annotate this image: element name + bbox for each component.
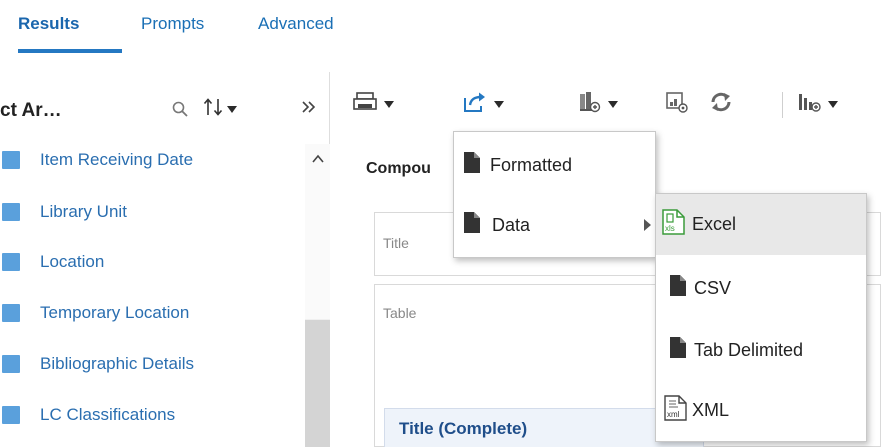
- menu-item-excel[interactable]: xls Excel: [656, 194, 866, 255]
- tree-item[interactable]: Library Unit: [0, 198, 127, 226]
- tab-advanced[interactable]: Advanced: [258, 14, 334, 34]
- catalog-icon: [664, 90, 690, 119]
- menu-item-label: Tab Delimited: [694, 339, 804, 360]
- export-button[interactable]: [462, 88, 504, 120]
- tab-bar: Results Prompts Advanced: [0, 0, 881, 56]
- svg-text:xls: xls: [665, 224, 675, 233]
- folder-icon: [2, 304, 20, 322]
- tree-item-label: Temporary Location: [40, 303, 190, 322]
- tree-item-label: Bibliographic Details: [40, 354, 195, 373]
- add-to-catalog-button[interactable]: [576, 88, 618, 120]
- vertical-scrollbar[interactable]: [305, 144, 330, 447]
- menu-item-label: CSV: [694, 277, 732, 298]
- tree-item-label: Library Unit: [40, 202, 127, 221]
- double-chevron-right-icon: [301, 100, 317, 119]
- tree-item-label: Location: [40, 252, 105, 271]
- menu-item-label: Formatted: [490, 154, 573, 175]
- menu-item-data[interactable]: Data: [454, 202, 655, 248]
- chevron-down-icon: [608, 100, 618, 108]
- tree-item-label: Item Receiving Date: [40, 150, 194, 169]
- subject-area-panel: ct Ar… Item Receiving Date Library Unit: [0, 72, 330, 447]
- search-icon[interactable]: [168, 96, 192, 122]
- print-icon: [352, 90, 378, 119]
- folder-icon: [2, 203, 20, 221]
- compound-layout-title: Compou: [366, 160, 431, 177]
- chevron-up-icon: [311, 150, 324, 168]
- document-icon: [464, 152, 480, 178]
- xml-icon: xml: [664, 394, 688, 426]
- tree-item[interactable]: Item Receiving Date: [0, 146, 193, 174]
- new-view-button[interactable]: [796, 88, 838, 120]
- menu-item-tab-delimited[interactable]: Tab Delimited: [656, 324, 866, 376]
- folder-icon: [2, 151, 20, 169]
- edit-catalog-button[interactable]: [664, 88, 690, 120]
- scroll-up-button[interactable]: [305, 150, 330, 168]
- menu-item-label: Excel: [692, 214, 737, 234]
- document-icon: [464, 212, 480, 238]
- column-header-label: Title (Complete): [399, 419, 528, 438]
- sort-icon: [203, 97, 225, 122]
- export-icon: [462, 90, 488, 119]
- tree-item[interactable]: LC Classifications: [0, 401, 175, 429]
- sort-menu-button[interactable]: [198, 96, 242, 122]
- table-view-label: Table: [383, 305, 417, 321]
- tab-results[interactable]: Results: [18, 14, 79, 34]
- refresh-button[interactable]: [708, 88, 734, 120]
- subject-area-header: ct Ar…: [0, 72, 330, 142]
- menu-item-csv[interactable]: CSV: [656, 262, 866, 314]
- tree-item-label: LC Classifications: [40, 405, 176, 424]
- tree-item[interactable]: Bibliographic Details: [0, 350, 194, 378]
- toolbar-separator: [782, 92, 783, 118]
- export-menu: Formatted Data: [453, 131, 656, 258]
- menu-item-formatted[interactable]: Formatted: [454, 142, 655, 188]
- chart-icon: [796, 90, 822, 119]
- svg-text:xml: xml: [667, 410, 680, 419]
- folder-icon: [2, 406, 20, 424]
- folder-icon: [2, 355, 20, 373]
- excel-icon: xls: [662, 209, 686, 240]
- menu-item-xml[interactable]: xml XML: [656, 384, 866, 436]
- folder-icon: [2, 253, 20, 271]
- tab-prompts[interactable]: Prompts: [141, 14, 204, 34]
- menu-item-label: XML: [692, 399, 730, 420]
- chevron-down-icon: [384, 100, 394, 108]
- data-export-submenu: xls Excel CSV Tab Delimited xml XML: [655, 193, 867, 442]
- submenu-arrow-icon: [644, 219, 651, 231]
- active-tab-indicator: [18, 49, 122, 53]
- library-icon: [576, 90, 602, 119]
- scrollbar-upper-track: [305, 144, 330, 319]
- chevron-down-icon: [494, 100, 504, 108]
- document-icon: [670, 337, 686, 363]
- collapse-panel-button[interactable]: [296, 96, 322, 122]
- subject-area-tree: Item Receiving Date Library Unit Locatio…: [0, 144, 305, 447]
- chevron-down-icon: [828, 100, 838, 108]
- scrollbar-thumb[interactable]: [305, 320, 330, 447]
- document-icon: [670, 275, 686, 301]
- tree-item[interactable]: Location: [0, 248, 104, 276]
- tree-item[interactable]: Temporary Location: [0, 299, 189, 327]
- title-view-label: Title: [383, 235, 409, 251]
- subject-area-title: ct Ar…: [0, 100, 62, 121]
- results-toolbar: [352, 72, 881, 132]
- print-button[interactable]: [352, 88, 394, 120]
- menu-item-label: Data: [492, 214, 531, 235]
- refresh-icon: [708, 90, 734, 119]
- chevron-down-icon: [227, 105, 237, 113]
